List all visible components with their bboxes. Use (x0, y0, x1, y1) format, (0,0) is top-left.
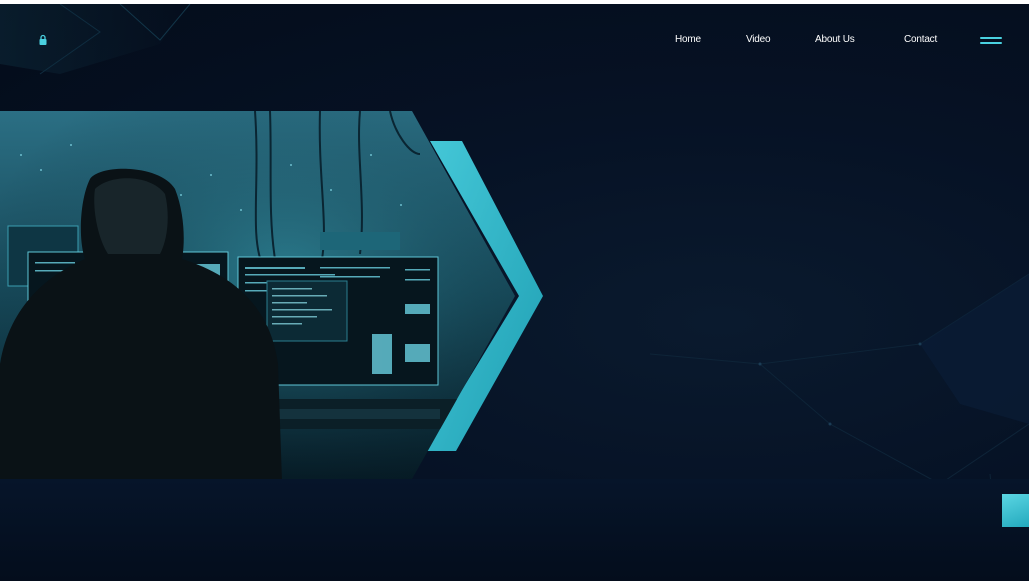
hero-image (0, 111, 515, 479)
page: Home Video About Us Contact (0, 4, 1029, 581)
scroll-top-icon[interactable] (1002, 494, 1029, 527)
